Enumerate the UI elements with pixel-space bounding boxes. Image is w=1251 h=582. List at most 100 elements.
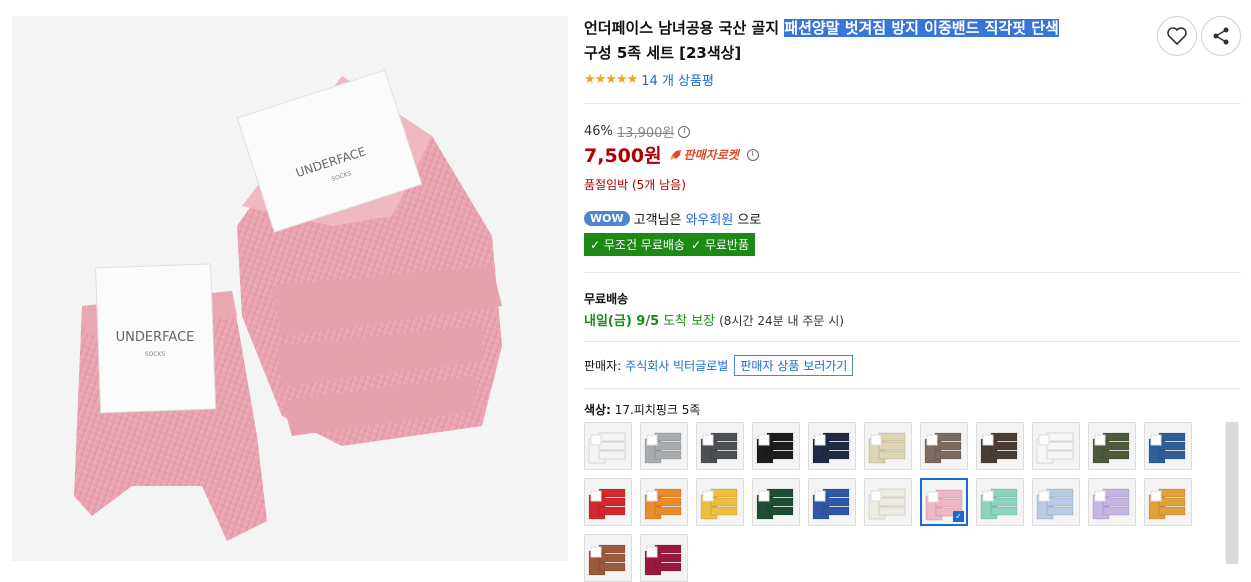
color-swatch[interactable] xyxy=(1088,478,1136,526)
color-swatch[interactable] xyxy=(976,422,1024,470)
title-highlight: 패션양말 벗겨짐 방지 이중밴드 직각핏 단색 xyxy=(784,19,1059,37)
color-swatch[interactable] xyxy=(808,422,856,470)
title-part1: 언더페이스 남녀공용 국산 골지 xyxy=(584,19,785,37)
color-swatch[interactable] xyxy=(864,478,912,526)
color-swatch[interactable] xyxy=(808,478,856,526)
product-image[interactable]: UNDERFACE SOCKS UNDERFACE SOCKS xyxy=(12,16,568,561)
review-count-link[interactable]: 14 개 상품평 xyxy=(641,70,714,89)
swatch-thumbnail xyxy=(977,479,1023,525)
swatch-thumbnail xyxy=(585,535,631,581)
color-swatch[interactable] xyxy=(640,534,688,582)
seller-products-button[interactable]: 판매자 상품 보러가기 xyxy=(734,355,854,376)
share-button[interactable] xyxy=(1201,16,1241,56)
swatch-thumbnail xyxy=(641,479,687,525)
rating-row[interactable]: ★★★★★ 14 개 상품평 xyxy=(584,70,714,89)
divider xyxy=(584,341,1241,342)
swatch-thumbnail xyxy=(753,423,799,469)
seller-row: 판매자: 주식회사 빅터글로벌 판매자 상품 보러가기 xyxy=(584,355,854,376)
star-rating-icon: ★★★★★ xyxy=(584,72,638,87)
color-swatch[interactable] xyxy=(1144,422,1192,470)
color-swatch[interactable] xyxy=(584,422,632,470)
swatch-thumbnail xyxy=(1145,479,1191,525)
swatch-thumbnail xyxy=(1089,479,1135,525)
rocket-label: 판매자로켓 xyxy=(683,148,739,162)
svg-text:SOCKS: SOCKS xyxy=(145,351,166,358)
swatch-thumbnail xyxy=(809,423,855,469)
color-swatch[interactable] xyxy=(752,422,800,470)
wow-text-post: 으로 xyxy=(737,213,762,228)
order-deadline: (8시간 24분 내 주문 시) xyxy=(719,314,844,328)
swatch-thumbnail xyxy=(1145,423,1191,469)
wow-text-pre: 고객님은 xyxy=(633,213,682,228)
svg-text:UNDERFACE: UNDERFACE xyxy=(116,330,195,345)
swatch-thumbnail xyxy=(1033,479,1079,525)
wishlist-button[interactable] xyxy=(1157,16,1197,56)
rocket-info-icon[interactable]: i xyxy=(746,148,759,161)
swatch-thumbnail xyxy=(865,423,911,469)
color-swatch[interactable] xyxy=(1032,478,1080,526)
color-swatch[interactable] xyxy=(976,478,1024,526)
swatch-scrollbar[interactable] xyxy=(1225,422,1239,564)
rocket-icon xyxy=(669,149,681,160)
color-swatch[interactable] xyxy=(640,422,688,470)
delivery-date: 내일(금) 9/5 xyxy=(584,314,660,329)
swatch-thumbnail xyxy=(585,479,631,525)
color-swatch[interactable]: ✓ xyxy=(920,478,968,526)
color-swatch[interactable] xyxy=(696,422,744,470)
seller-rocket-badge: 판매자로켓 xyxy=(669,146,739,163)
price-row: 7,500원 판매자로켓 i xyxy=(584,141,759,168)
divider xyxy=(584,103,1241,104)
swatch-thumbnail xyxy=(865,479,911,525)
swatch-thumbnail xyxy=(585,423,631,469)
color-swatches: ✓ xyxy=(584,422,1204,582)
color-swatch[interactable] xyxy=(864,422,912,470)
original-price: 13,900원 xyxy=(616,126,675,141)
sale-price: 7,500원 xyxy=(584,145,662,167)
color-swatch[interactable] xyxy=(584,534,632,582)
swatch-thumbnail xyxy=(697,479,743,525)
selected-color: 17.피치핑크 5족 xyxy=(614,403,701,417)
swatch-thumbnail xyxy=(809,479,855,525)
delivery-guarantee: 도착 보장 xyxy=(663,314,716,329)
seller-name-link[interactable]: 주식회사 빅터글로벌 xyxy=(625,357,728,374)
color-swatch[interactable] xyxy=(1032,422,1080,470)
free-return-label: ✓ 무료반품 xyxy=(690,238,749,252)
swatch-thumbnail xyxy=(697,423,743,469)
color-swatch[interactable] xyxy=(752,478,800,526)
swatch-thumbnail xyxy=(921,423,967,469)
color-label-title: 색상: xyxy=(584,403,611,417)
info-icon[interactable]: i xyxy=(678,125,691,138)
divider xyxy=(584,388,1241,389)
wow-badge: WOW xyxy=(584,211,630,226)
free-shipping-label: ✓ 무조건 무료배송 xyxy=(590,238,685,252)
share-icon xyxy=(1213,27,1229,45)
color-swatch[interactable] xyxy=(1088,422,1136,470)
product-page: UNDERFACE SOCKS UNDERFACE SOCKS 언더페이스 남녀… xyxy=(0,0,1251,582)
scrollbar-thumb[interactable] xyxy=(1226,422,1238,564)
wow-row: WOW 고객님은 와우회원 으로 xyxy=(584,209,761,228)
color-swatch[interactable] xyxy=(640,478,688,526)
color-option-label: 색상: 17.피치핑크 5족 xyxy=(584,401,700,418)
color-swatch[interactable] xyxy=(584,478,632,526)
swatch-thumbnail xyxy=(1033,423,1079,469)
color-swatch[interactable] xyxy=(696,478,744,526)
seller-label: 판매자: xyxy=(584,359,622,373)
check-icon: ✓ xyxy=(953,511,964,522)
discount-row: 46% 13,900원 i xyxy=(584,122,691,141)
heart-icon xyxy=(1167,27,1187,45)
swatch-thumbnail xyxy=(641,535,687,581)
title-part2: 구성 5족 세트 [23색상] xyxy=(584,44,742,62)
swatch-thumbnail xyxy=(753,479,799,525)
wow-member-link[interactable]: 와우회원 xyxy=(685,209,733,228)
delivery-row: 내일(금) 9/5 도착 보장 (8시간 24분 내 주문 시) xyxy=(584,310,844,329)
product-title: 언더페이스 남녀공용 국산 골지 패션양말 벗겨짐 방지 이중밴드 직각핏 단색… xyxy=(584,16,1129,66)
discount-rate: 46% xyxy=(584,124,613,139)
color-swatch[interactable] xyxy=(1144,478,1192,526)
divider xyxy=(584,272,1241,273)
product-info-panel: 언더페이스 남녀공용 국산 골지 패션양말 벗겨짐 방지 이중밴드 직각핏 단색… xyxy=(584,0,1244,582)
color-swatch[interactable] xyxy=(920,422,968,470)
swatch-thumbnail xyxy=(641,423,687,469)
shipping-title: 무료배송 xyxy=(584,292,629,306)
free-benefits-badge: ✓ 무조건 무료배송 ✓ 무료반품 xyxy=(584,233,755,256)
socks-photo: UNDERFACE SOCKS UNDERFACE SOCKS xyxy=(12,16,568,561)
